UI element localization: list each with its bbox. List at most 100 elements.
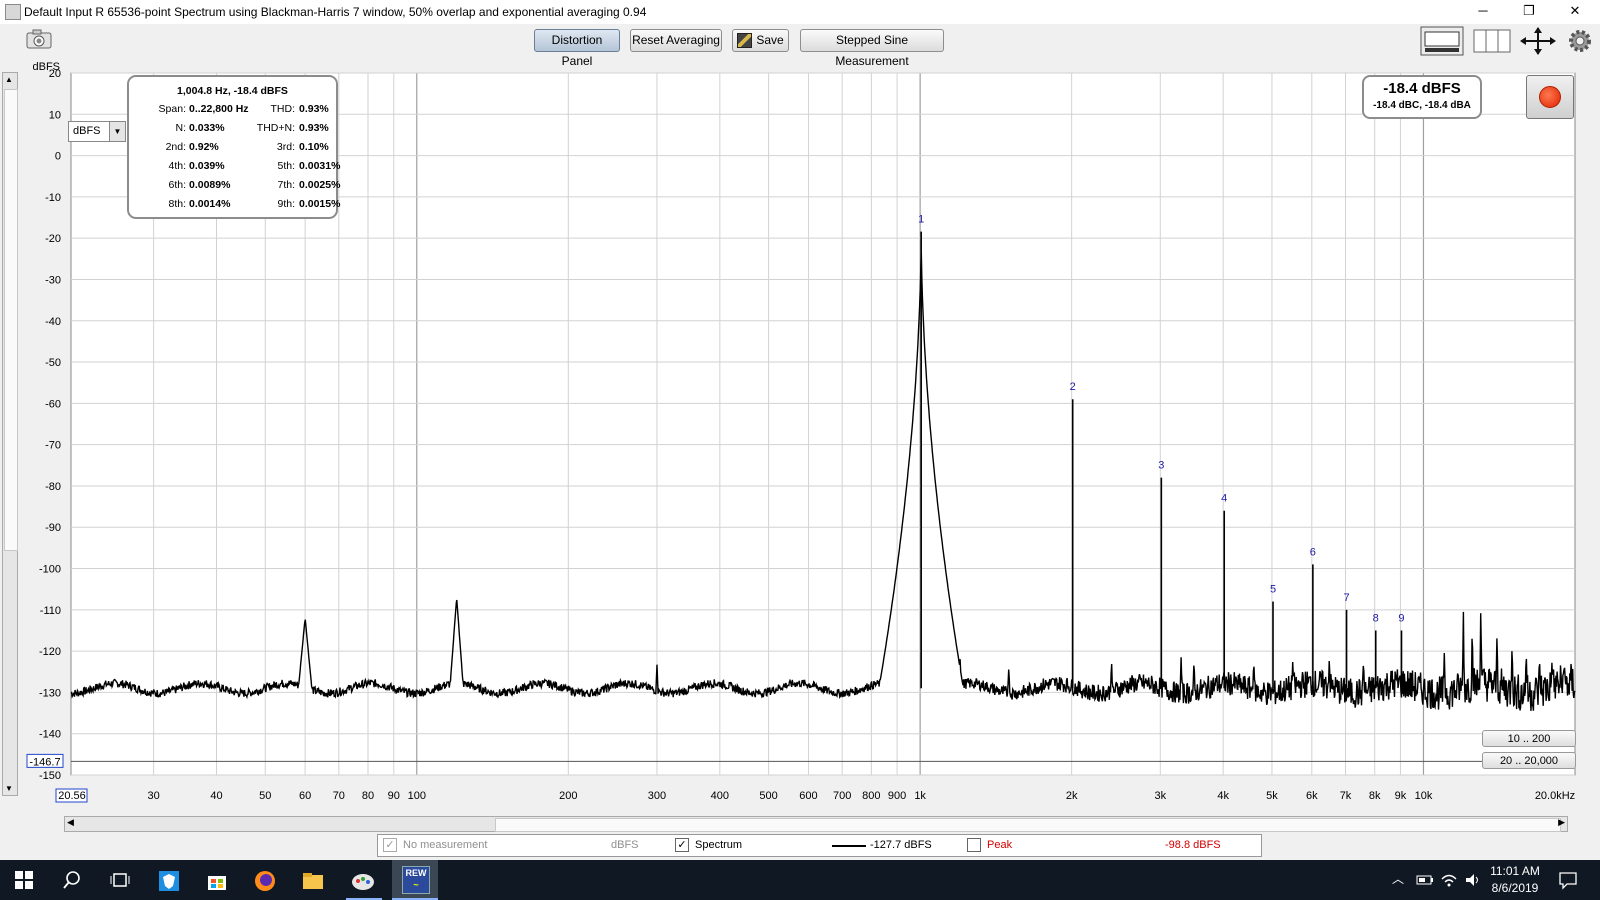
store-shield-icon[interactable] [158,870,180,891]
search-icon[interactable] [62,870,82,890]
unit-select[interactable]: dBFS ▼ [68,121,126,142]
vertical-scroll-thumb[interactable] [4,89,18,551]
y-tick-label: -150 [39,770,61,782]
chevron-down-icon[interactable]: ▼ [109,122,125,141]
peak-checkbox[interactable] [967,838,981,852]
distortion-panel: 1,004.8 Hz, -18.4 dBFS Span: 0..22,800 Hz… [127,75,340,219]
distortion-value: 0.033% [189,122,225,134]
horizontal-scroll-thumb[interactable] [495,818,1561,832]
distortion-label: 4th: [168,160,186,172]
scroll-up-arrow[interactable]: ▲ [5,75,13,84]
distortion-row: 2nd: 0.92% 3rd: 0.10% [129,141,336,155]
distortion-label: THD+N: [256,122,295,134]
spectrum-line-swatch [832,845,866,847]
harmonic-label: 7 [1343,592,1349,604]
scroll-down-arrow[interactable]: ▼ [5,784,13,793]
x-tick-label: 7k [1340,790,1352,802]
y-tick-label: -90 [45,522,61,534]
distortion-label: N: [175,122,187,134]
record-icon [1539,86,1561,108]
harmonic-label: 3 [1158,460,1164,472]
distortion-value: 0.93% [299,103,329,115]
y-tick-label: -110 [40,605,61,617]
camera-icon[interactable] [24,26,54,56]
x-start-label: 20.56 [58,790,86,802]
reset-averaging-button[interactable]: Reset Averaging [630,29,722,52]
x-tick-label: 600 [799,790,817,802]
spectrum-checkbox[interactable]: ✓ [675,838,689,852]
x-tick-label: 800 [862,790,880,802]
record-button[interactable] [1526,75,1574,119]
x-tick-label: 500 [759,790,777,802]
distortion-row: 8th: 0.0014% 9th: 0.0015% [129,198,340,212]
no-measurement-unit: dBFS [611,839,639,851]
harmonic-label: 9 [1398,612,1404,624]
distortion-label: 7th: [277,179,295,191]
x-tick-label: 10k [1415,790,1433,802]
minimize-button[interactable]: ─ [1460,0,1506,24]
distortion-label: 5th: [277,160,295,172]
clock-time[interactable]: 11:01 AM [1480,864,1550,878]
x-tick-label: 80 [362,790,374,802]
x-tick-label: 90 [388,790,400,802]
paint-app-icon[interactable] [350,870,376,890]
x-tick-label: 100 [408,790,426,802]
x-tick-label: 200 [559,790,577,802]
no-measurement-checkbox[interactable]: ✓ [383,838,397,852]
cursor-value-label: -146.7 [29,756,60,768]
restore-button[interactable]: ❐ [1506,0,1552,24]
distortion-panel-button[interactable]: Distortion Panel [534,29,620,68]
y-tick-label: -140 [39,729,61,741]
spectrum-value: -127.7 dBFS [870,839,932,851]
distortion-label: 6th: [168,179,186,191]
battery-icon[interactable] [1416,870,1434,890]
chevron-up-icon[interactable]: ︿ [1392,870,1406,890]
clock-date[interactable]: 8/6/2019 [1480,881,1550,895]
distortion-value: 0.0025% [299,179,341,191]
x-tick-label: 400 [711,790,729,802]
y-axis-label: dBFS [32,61,60,73]
harmonic-label: 1 [918,214,924,226]
firefox-icon[interactable] [254,870,276,891]
scroll-left-arrow[interactable]: ◀ [67,817,74,828]
rew-app-active[interactable]: REW ~ [392,860,438,900]
columns-icon[interactable] [1472,26,1512,56]
distortion-row: Span: 0..22,800 Hz THD: 0.93% [129,103,336,117]
distortion-value: 0.92% [189,141,219,153]
task-view-icon[interactable] [110,870,130,890]
store-bag-icon[interactable] [206,870,228,890]
x-tick-label: 2k [1066,790,1078,802]
expand-arrows-icon[interactable] [1518,26,1558,56]
harmonic-label: 4 [1221,493,1227,505]
x-tick-label: 30 [147,790,159,802]
distortion-row: 6th: 0.0089% 7th: 0.0025% [129,179,340,193]
distortion-label: 8th: [168,198,186,210]
file-explorer-icon[interactable] [302,870,324,890]
notifications-icon[interactable] [1558,870,1578,890]
no-measurement-label: No measurement [403,839,488,851]
close-button[interactable]: ✕ [1552,0,1598,24]
x-tick-label: 900 [888,790,906,802]
wifi-icon[interactable] [1440,870,1458,890]
scroll-right-arrow[interactable]: ▶ [1558,817,1565,828]
save-label: Save [756,33,784,47]
horizontal-scrollbar[interactable]: ◀ ▶ [64,816,1568,832]
x-tick-label: 300 [648,790,666,802]
y-tick-label: -120 [39,646,61,658]
screen-layout-icon[interactable] [1420,26,1464,56]
gear-icon[interactable] [1566,26,1594,56]
save-button[interactable]: Save [732,29,789,52]
window-title: Default Input R 65536-point Spectrum usi… [24,5,647,19]
windows-start-icon[interactable] [14,870,34,890]
range-20-20000-button[interactable]: 20 .. 20,000 [1482,752,1576,769]
title-bar: Default Input R 65536-point Spectrum usi… [0,0,1600,24]
unit-select-value: dBFS [73,125,101,137]
peak-value: -98.8 dBFS [1165,839,1221,851]
legend-bar: ✓ No measurement dBFS ✓ Spectrum -127.7 … [377,834,1262,857]
range-10-200-button[interactable]: 10 .. 200 [1482,730,1576,747]
distortion-label: THD: [270,103,296,115]
stepped-sine-button[interactable]: Stepped Sine Measurement [800,29,944,68]
vertical-scrollbar[interactable]: ▲ ▼ [2,72,18,796]
y-tick-label: -50 [45,357,61,369]
distortion-value: 0.0015% [299,198,341,210]
